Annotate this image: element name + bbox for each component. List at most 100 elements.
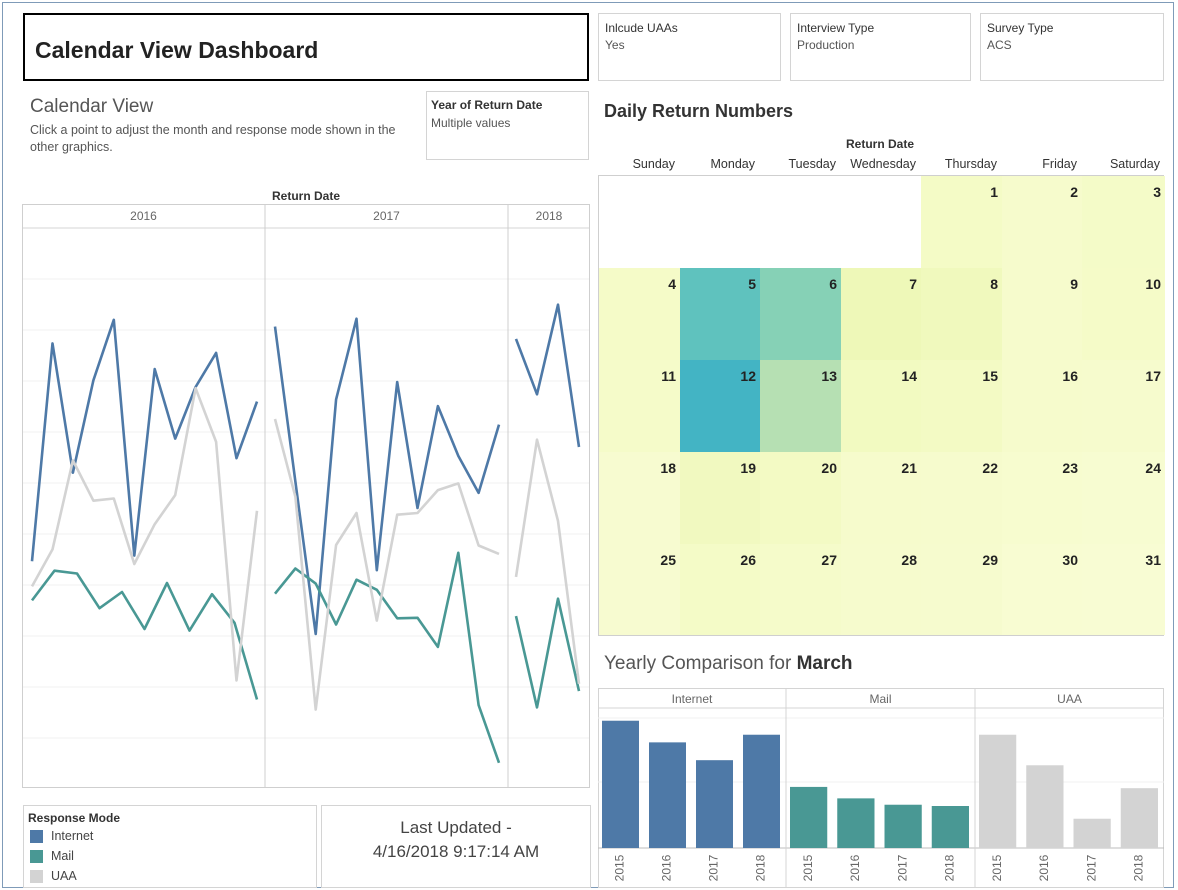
yearly-comparison-title: Yearly Comparison for March: [604, 653, 853, 675]
bar-uaa-2016[interactable]: [1026, 765, 1064, 848]
calendar-day-number: 25: [660, 552, 676, 568]
calendar-empty-cell: [680, 176, 760, 268]
calendar-day-cell[interactable]: 10: [1082, 268, 1165, 360]
bar-mail-2017[interactable]: [884, 804, 922, 848]
yearly-comparison-title-prefix: Yearly Comparison for: [604, 653, 792, 674]
yearly-comparison-bar-chart[interactable]: Internet 2015 2016 2017 2018 Mail 2015 2016 2017…: [598, 688, 1164, 888]
bar-internet-2017[interactable]: [696, 760, 733, 848]
calendar-day-cell[interactable]: 26: [680, 544, 760, 635]
day-header-thursday: Thursday: [944, 157, 997, 171]
calendar-day-cell[interactable]: 11: [599, 360, 680, 452]
bar-mail-2016[interactable]: [837, 798, 875, 848]
filter-value[interactable]: Multiple values: [431, 116, 510, 130]
calendar-day-cell[interactable]: 17: [1082, 360, 1165, 452]
line-internet-2017[interactable]: [273, 317, 501, 636]
legend-swatch: [30, 829, 43, 843]
calendar-day-cell[interactable]: 12: [680, 360, 760, 452]
panel-label-2017: 2017: [373, 209, 400, 223]
calendar-day-number: 29: [982, 552, 998, 568]
year-of-return-date-filter[interactable]: Year of Return Date Multiple values: [426, 91, 589, 160]
bar-tick-label: 2016: [1037, 854, 1051, 881]
last-updated-box: Last Updated - 4/16/2018 9:17:14 AM: [321, 805, 591, 888]
calendar-day-cell[interactable]: 1: [921, 176, 1002, 268]
legend-swatch: [30, 849, 43, 863]
calendar-day-cell[interactable]: 4: [599, 268, 680, 360]
calendar-day-cell[interactable]: 29: [921, 544, 1002, 635]
calendar-day-cell[interactable]: 3: [1082, 176, 1165, 268]
calendar-day-number: 12: [740, 368, 756, 384]
calendar-day-cell[interactable]: 14: [841, 360, 921, 452]
calendar-day-number: 4: [668, 276, 676, 292]
calendar-day-cell[interactable]: 23: [1002, 452, 1082, 544]
line-chart-border: [22, 204, 590, 788]
calendar-day-cell[interactable]: 16: [1002, 360, 1082, 452]
calendar-day-cell[interactable]: 2: [1002, 176, 1082, 268]
bar-tick-label: 2015: [613, 854, 627, 881]
bar-uaa-2015[interactable]: [979, 734, 1017, 848]
calendar-day-cell[interactable]: 28: [841, 544, 921, 635]
bar-internet-2016[interactable]: [649, 742, 686, 848]
calendar-day-number: 7: [909, 276, 917, 292]
calendar-day-cell[interactable]: 21: [841, 452, 921, 544]
bar-uaa-2017[interactable]: [1073, 818, 1111, 848]
bar-uaa-2018[interactable]: [1120, 788, 1158, 848]
line-mail-2016[interactable]: [30, 569, 259, 700]
calendar-day-cell[interactable]: 27: [760, 544, 841, 635]
calendar-day-number: 24: [1145, 460, 1161, 476]
yearly-comparison-month: March: [796, 653, 853, 674]
filter-value[interactable]: Yes: [605, 38, 625, 52]
bar-internet-2018[interactable]: [743, 734, 780, 848]
calendar-view-title: Calendar View: [30, 96, 154, 117]
response-mode-legend: Response Mode Internet Mail UAA: [23, 805, 317, 888]
filter-label: Inlcude UAAs: [605, 21, 678, 35]
calendar-day-cell[interactable]: 6: [760, 268, 841, 360]
filter-interview-type[interactable]: Interview Type Production: [790, 13, 971, 81]
calendar-day-number: 5: [748, 276, 756, 292]
calendar-day-cell[interactable]: 19: [680, 452, 760, 544]
calendar-day-cell[interactable]: 13: [760, 360, 841, 452]
legend-item-mail[interactable]: Mail: [30, 849, 74, 863]
legend-item-uaa[interactable]: UAA: [30, 869, 77, 883]
bar-internet-2015[interactable]: [602, 720, 639, 848]
calendar-day-number: 22: [982, 460, 998, 476]
filter-value[interactable]: ACS: [987, 38, 1012, 52]
day-header-saturday: Saturday: [1109, 157, 1160, 171]
line-internet-2018[interactable]: [514, 303, 581, 448]
calendar-day-cell[interactable]: 22: [921, 452, 1002, 544]
calendar-day-cell[interactable]: 15: [921, 360, 1002, 452]
legend-label: Mail: [51, 849, 74, 863]
filter-include-uaas[interactable]: Inlcude UAAs Yes: [598, 13, 781, 81]
filter-value[interactable]: Production: [797, 38, 854, 52]
calendar-day-cell[interactable]: 30: [1002, 544, 1082, 635]
calendar-day-cell[interactable]: 20: [760, 452, 841, 544]
panel-label-2018: 2018: [536, 209, 563, 223]
calendar-day-cell[interactable]: 5: [680, 268, 760, 360]
calendar-day-cell[interactable]: 31: [1082, 544, 1165, 635]
day-header-sunday: Sunday: [632, 157, 675, 171]
calendar-day-cell[interactable]: 24: [1082, 452, 1165, 544]
day-header-wednesday: Wednesday: [850, 157, 916, 171]
bar-mail-2015[interactable]: [790, 786, 828, 848]
legend-item-internet[interactable]: Internet: [30, 829, 93, 843]
filter-survey-type[interactable]: Survey Type ACS: [980, 13, 1164, 81]
calendar-day-cell[interactable]: 8: [921, 268, 1002, 360]
calendar-day-cell[interactable]: 25: [599, 544, 680, 635]
calendar-empty-cell: [760, 176, 841, 268]
calendar-day-number: 14: [901, 368, 917, 384]
legend-label: Internet: [51, 829, 94, 843]
bar-mail-2018[interactable]: [931, 806, 969, 848]
calendar-view-line-chart[interactable]: Return Date 2016 2017 2018: [22, 188, 590, 790]
calendar-view-subtitle: Click a point to adjust the month and re…: [30, 123, 396, 154]
calendar-day-cell[interactable]: 7: [841, 268, 921, 360]
calendar-day-cell[interactable]: 9: [1002, 268, 1082, 360]
dashboard-title-box: Calendar View Dashboard: [23, 13, 589, 81]
bar-tick-label: 2017: [707, 854, 721, 881]
day-header-friday: Friday: [1042, 157, 1077, 171]
calendar-day-number: 8: [990, 276, 998, 292]
line-chart-axis-title: Return Date: [272, 189, 340, 203]
bar-panel-label-mail: Mail: [869, 692, 891, 706]
line-uaa-2017[interactable]: [273, 418, 500, 711]
calendar-day-cell[interactable]: 18: [599, 452, 680, 544]
calendar-empty-cell: [599, 176, 680, 268]
daily-return-numbers-title: Daily Return Numbers: [604, 101, 794, 121]
